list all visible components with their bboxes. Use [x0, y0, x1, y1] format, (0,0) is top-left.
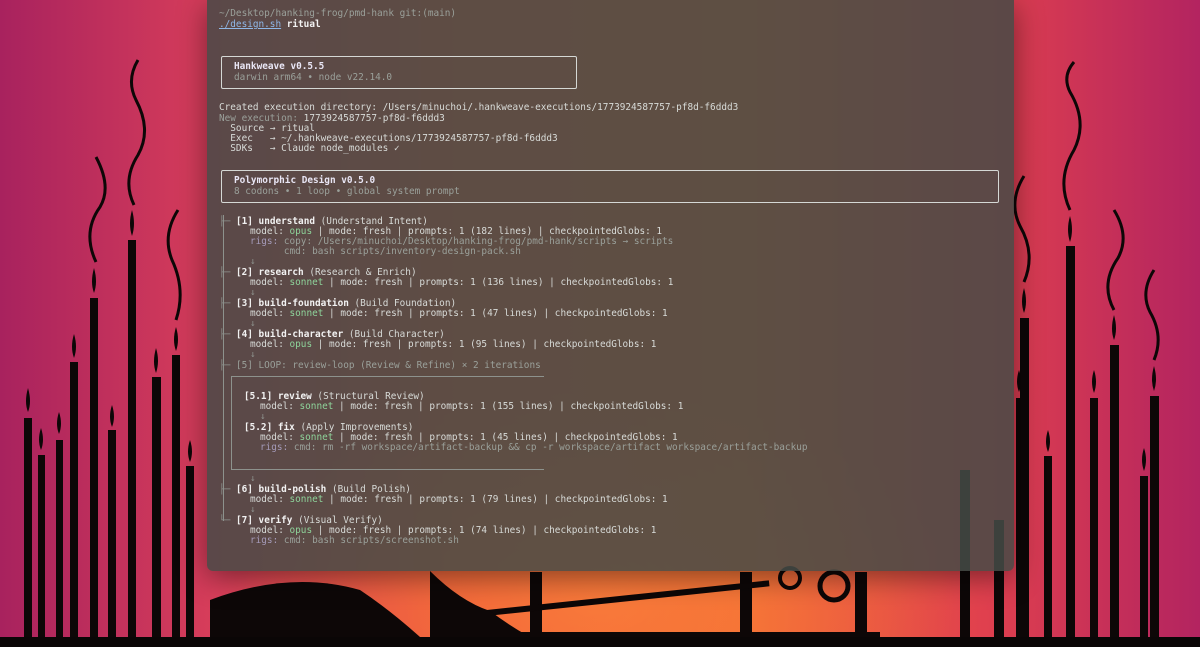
rigs-cmd: cmd: rm -rf workspace/artifact-backup &&…: [288, 442, 808, 453]
polymorphic-design-box: Polymorphic Design v0.5.0 8 codons • 1 l…: [221, 170, 999, 203]
ground-strip: [0, 637, 1200, 647]
tree-branch-glyph: ├─: [219, 484, 231, 495]
hankweave-title: Hankweave v0.5.5: [234, 61, 325, 72]
down-arrow: ↓: [250, 256, 256, 267]
model-name: sonnet: [299, 401, 334, 412]
model-name: sonnet: [289, 494, 324, 505]
step-verify-rigs: rigs: cmd: bash scripts/screenshot.sh: [250, 535, 459, 546]
model-name: sonnet: [289, 308, 324, 319]
sdks-line: SDKs → Claude node_modules ✓: [219, 143, 400, 154]
down-arrow: ↓: [250, 318, 256, 329]
tree-branch-glyph: ├─: [219, 360, 231, 371]
command-script[interactable]: ./design.sh: [219, 19, 281, 30]
tree-branch-glyph: ├─: [219, 298, 231, 309]
step-details: | mode: fresh | prompts: 1 (155 lines) |…: [333, 401, 684, 412]
down-arrow: ↓: [250, 473, 256, 484]
new-execution-id: 1773924587757-pf8d-f6ddd3: [298, 113, 445, 124]
down-arrow: ↓: [250, 504, 256, 515]
loop-header: ├─ [5] LOOP: review-loop (Review & Refin…: [219, 360, 541, 371]
model-name: sonnet: [289, 277, 324, 288]
loop-label: [5] LOOP: review-loop (Review & Refine) …: [235, 360, 541, 371]
rigs-label: rigs:: [250, 535, 279, 546]
rigs-cmd: cmd: bash scripts/screenshot.sh: [278, 535, 459, 546]
tree-branch-glyph: ├─: [219, 216, 231, 227]
model-label: model:: [260, 401, 300, 412]
step-build-polish-model: model: sonnet | mode: fresh | prompts: 1…: [250, 494, 668, 505]
prompt-path: ~/Desktop/hanking-frog/pmd-hank git:(mai…: [219, 8, 457, 19]
model-name: opus: [289, 339, 313, 350]
model-label: model:: [250, 494, 290, 505]
tree-last-glyph: └─: [219, 515, 231, 526]
tree-branch-glyph: ├─: [219, 267, 231, 278]
hankweave-version-box: Hankweave v0.5.5 darwin arm64 • node v22…: [221, 56, 577, 89]
step-details: | mode: fresh | prompts: 1 (47 lines) | …: [323, 308, 668, 319]
model-label: model:: [250, 308, 290, 319]
step-details: | mode: fresh | prompts: 1 (136 lines) |…: [323, 277, 674, 288]
rigs-label: rigs:: [260, 442, 289, 453]
step-understand-rigs-cmd: cmd: bash scripts/inventory-design-pack.…: [250, 246, 521, 257]
step-build-foundation-model: model: sonnet | mode: fresh | prompts: 1…: [250, 308, 668, 319]
created-execution-line: Created execution directory: /Users/minu…: [219, 102, 739, 113]
design-title: Polymorphic Design v0.5.0: [234, 175, 376, 186]
step-build-character-model: model: opus | mode: fresh | prompts: 1 (…: [250, 339, 657, 350]
model-label: model:: [250, 277, 290, 288]
prompt-command-line: ./design.sh ritual: [219, 19, 321, 30]
step-fix-rigs: rigs: cmd: rm -rf workspace/artifact-bac…: [260, 442, 808, 453]
down-arrow: ↓: [250, 349, 256, 360]
step-details: | mode: fresh | prompts: 1 (79 lines) | …: [323, 494, 668, 505]
design-summary: 8 codons • 1 loop • global system prompt: [234, 186, 460, 197]
down-arrow: ↓: [260, 411, 266, 422]
command-arg: ritual: [286, 19, 321, 30]
down-arrow: ↓: [250, 287, 256, 298]
hankweave-platform: darwin arm64 • node v22.14.0: [234, 72, 393, 83]
tree-branch-glyph: ├─: [219, 329, 231, 340]
terminal-window[interactable]: ~/Desktop/hanking-frog/pmd-hank git:(mai…: [207, 0, 1014, 571]
step-details: | mode: fresh | prompts: 1 (95 lines) | …: [312, 339, 657, 350]
model-label: model:: [250, 339, 290, 350]
step-review-model: model: sonnet | mode: fresh | prompts: 1…: [260, 401, 684, 412]
step-research-model: model: sonnet | mode: fresh | prompts: 1…: [250, 277, 674, 288]
